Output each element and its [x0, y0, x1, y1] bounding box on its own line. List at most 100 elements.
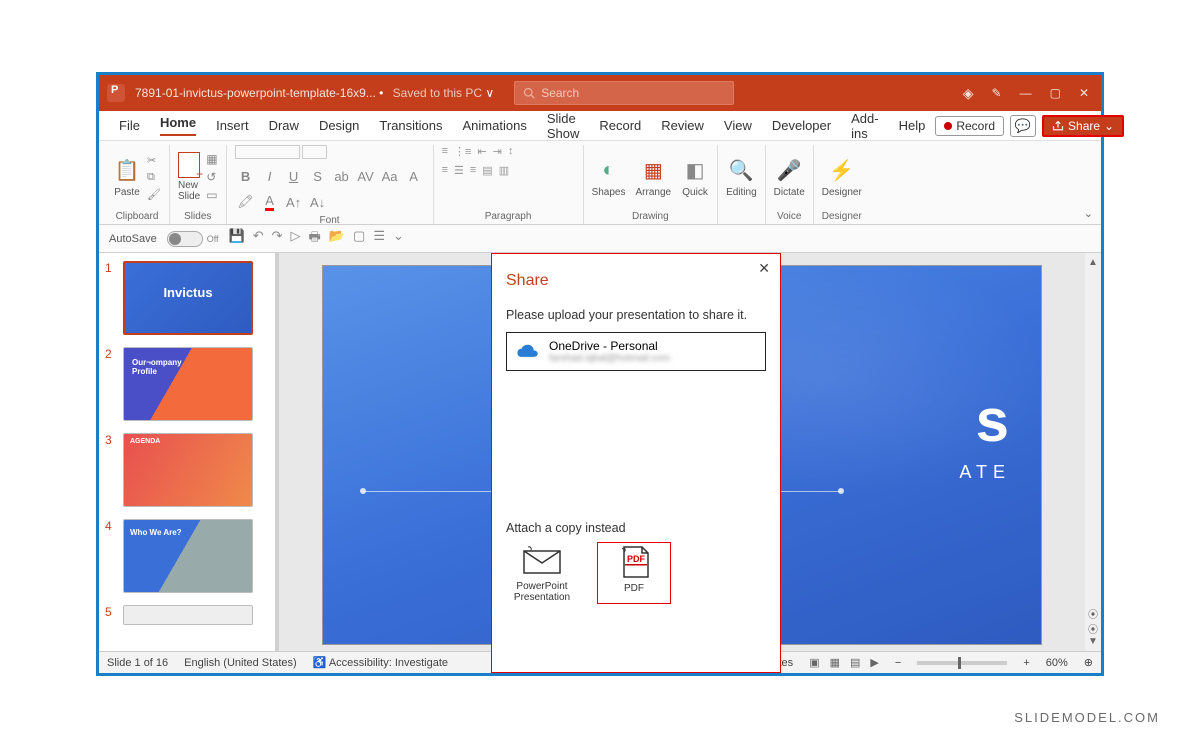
vertical-scrollbar[interactable]: ▲ ⦿ ⦿ ▼ — [1085, 253, 1101, 651]
scroll-down-icon[interactable]: ▼ — [1088, 636, 1098, 647]
paste-button[interactable]: 📋 Paste — [113, 157, 141, 198]
slide-counter[interactable]: Slide 1 of 16 — [107, 657, 168, 669]
indent-dec-button[interactable]: ⇤ — [477, 145, 486, 158]
accessibility-checker[interactable]: ♿ Accessibility: Investigate — [313, 656, 448, 669]
tab-review[interactable]: Review — [651, 111, 714, 141]
share-button[interactable]: Share ⌄ — [1042, 115, 1124, 137]
normal-view-icon[interactable]: ▣ — [809, 656, 819, 669]
next-slide-icon[interactable]: ⦿ — [1088, 621, 1098, 636]
autosave-toggle[interactable] — [167, 231, 203, 247]
quick-styles-button[interactable]: ◧Quick — [681, 157, 709, 198]
slide-thumbnails-panel: 1 2 3 4 5 — [99, 253, 279, 651]
collapse-ribbon-icon[interactable]: ⌄ — [1084, 207, 1093, 220]
slide-thumbnail-2[interactable] — [123, 347, 253, 421]
redo-icon[interactable]: ↷ — [272, 228, 283, 250]
tab-insert[interactable]: Insert — [206, 111, 259, 141]
designer-button[interactable]: ⚡Designer — [822, 157, 862, 198]
onedrive-account-button[interactable]: OneDrive - Personal farshad.iqbal@hotmai… — [506, 332, 766, 371]
decrease-font-button[interactable]: A↓ — [307, 191, 329, 213]
tab-help[interactable]: Help — [889, 111, 936, 141]
bold-button[interactable]: B — [235, 165, 257, 187]
slide-thumbnail-5[interactable] — [123, 605, 253, 625]
prev-slide-icon[interactable]: ⦿ — [1088, 606, 1098, 621]
underline-button[interactable]: U — [283, 165, 305, 187]
tab-transitions[interactable]: Transitions — [369, 111, 452, 141]
increase-font-button[interactable]: A↑ — [283, 191, 305, 213]
tab-slideshow[interactable]: Slide Show — [537, 111, 590, 141]
search-box[interactable]: Search — [514, 81, 734, 105]
attach-copy-label: Attach a copy instead — [506, 521, 766, 535]
align-right-button[interactable]: ≡ — [470, 164, 476, 177]
open-icon[interactable]: 📂 — [329, 228, 345, 250]
tab-developer[interactable]: Developer — [762, 111, 841, 141]
copy-icon[interactable]: ⧉ — [147, 171, 161, 184]
section-icon[interactable]: ▭ — [206, 188, 217, 202]
slideshow-view-icon[interactable]: ▶ — [870, 656, 878, 669]
case-button[interactable]: Aa — [379, 165, 401, 187]
coming-soon-icon[interactable]: ✎ — [992, 86, 1002, 100]
attach-pdf-button[interactable]: PDF PDF — [598, 543, 670, 603]
spacing-button[interactable]: AV — [355, 165, 377, 187]
numbering-button[interactable]: ⋮≡ — [454, 145, 471, 158]
zoom-out-button[interactable]: − — [895, 657, 901, 669]
maximize-button[interactable]: ▢ — [1050, 86, 1061, 100]
record-button[interactable]: Record — [935, 116, 1004, 136]
cut-icon[interactable]: ✂ — [147, 154, 161, 167]
microphone-icon: 🎤 — [775, 157, 803, 185]
align-left-button[interactable]: ≡ — [442, 164, 448, 177]
format-painter-icon[interactable]: 🖌 — [147, 188, 161, 201]
tab-draw[interactable]: Draw — [259, 111, 309, 141]
dictate-button[interactable]: 🎤Dictate — [774, 157, 805, 198]
indent-inc-button[interactable]: ⇥ — [493, 145, 502, 158]
tab-view[interactable]: View — [714, 111, 762, 141]
dialog-close-button[interactable]: ✕ — [758, 260, 770, 277]
slide-thumbnail-4[interactable] — [123, 519, 253, 593]
new-slide-button[interactable]: + New Slide — [178, 152, 200, 202]
undo-icon[interactable]: ↶ — [253, 228, 264, 250]
premium-icon[interactable]: ◈ — [963, 85, 974, 102]
slide-thumbnail-1[interactable] — [123, 261, 253, 335]
tab-home[interactable]: Home — [150, 111, 206, 141]
zoom-level[interactable]: 60% — [1046, 657, 1068, 669]
layout-icon[interactable]: ▦ — [206, 152, 217, 166]
tab-addins[interactable]: Add-ins — [841, 111, 888, 141]
slide-thumbnail-3[interactable] — [123, 433, 253, 507]
more-qat-icon[interactable]: ⌄ — [393, 228, 404, 250]
zoom-slider[interactable] — [917, 661, 1007, 665]
italic-button[interactable]: I — [259, 165, 281, 187]
arrange-button[interactable]: ▦Arrange — [635, 157, 671, 198]
minimize-button[interactable]: ― — [1020, 86, 1032, 100]
shapes-button[interactable]: ◐Shapes — [592, 157, 626, 198]
tab-file[interactable]: File — [109, 111, 150, 141]
save-icon[interactable]: 💾 — [229, 228, 245, 250]
editing-button[interactable]: 🔍Editing — [726, 157, 757, 198]
highlight-button[interactable]: 🖍 — [235, 191, 257, 213]
bullets-button[interactable]: ≡ — [442, 145, 448, 158]
reading-view-icon[interactable]: ▤ — [850, 656, 860, 669]
scroll-up-icon[interactable]: ▲ — [1088, 257, 1098, 268]
tab-design[interactable]: Design — [309, 111, 369, 141]
language-indicator[interactable]: English (United States) — [184, 657, 297, 669]
tab-animations[interactable]: Animations — [453, 111, 537, 141]
quick-print-icon[interactable]: 🖶 — [309, 228, 321, 250]
slide-sorter-icon[interactable]: ▦ — [830, 656, 840, 669]
group-paragraph: ≡ ⋮≡ ⇤ ⇥ ↕ ≡ ☰ ≡ ▤ ▥ Paragraph — [434, 145, 584, 224]
line-spacing-button[interactable]: ↕ — [508, 145, 514, 158]
tab-record[interactable]: Record — [589, 111, 651, 141]
columns-button[interactable]: ▥ — [499, 164, 509, 177]
reset-icon[interactable]: ↺ — [206, 170, 217, 184]
attach-powerpoint-button[interactable]: PowerPoint Presentation — [506, 543, 578, 603]
align-center-button[interactable]: ☰ — [454, 164, 464, 177]
strike-button[interactable]: S — [307, 165, 329, 187]
close-button[interactable]: ✕ — [1079, 86, 1089, 100]
font-color-button[interactable]: A — [259, 191, 281, 213]
start-from-beginning-icon[interactable]: ▷ — [291, 228, 301, 250]
shadow-button[interactable]: ab — [331, 165, 353, 187]
new-icon[interactable]: ▢ — [353, 228, 365, 250]
justify-button[interactable]: ▤ — [482, 164, 492, 177]
fit-to-window-icon[interactable]: ⊕ — [1084, 656, 1093, 669]
clear-format-button[interactable]: A — [403, 165, 425, 187]
comments-button[interactable]: 💬 — [1010, 115, 1036, 137]
touch-mode-icon[interactable]: ☰ — [373, 228, 385, 250]
zoom-in-button[interactable]: + — [1023, 657, 1029, 669]
